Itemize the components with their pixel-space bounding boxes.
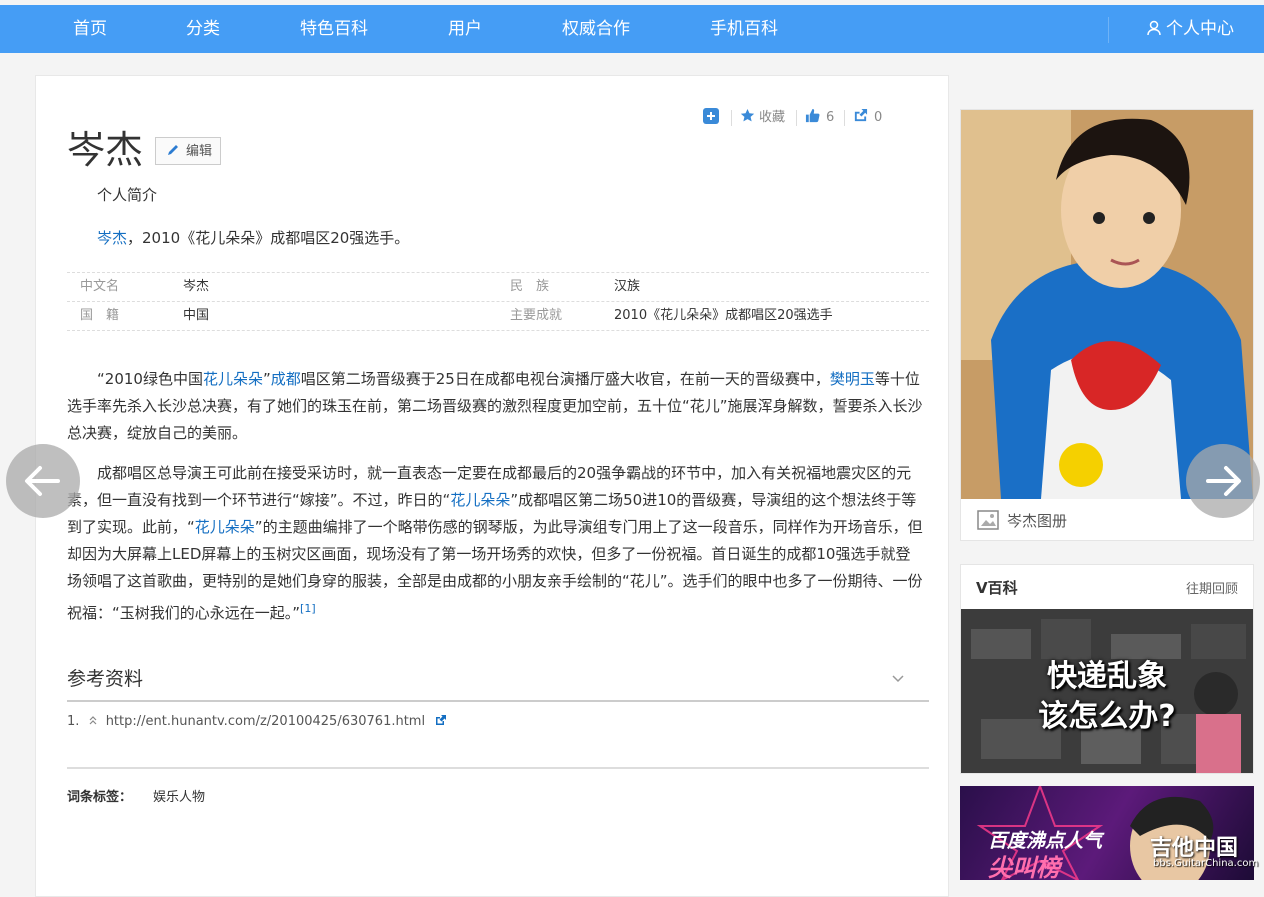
entry-subtitle: 个人简介: [97, 186, 158, 204]
nav-users[interactable]: 用户: [448, 5, 482, 53]
link-huaerduoduo[interactable]: 花儿朵朵: [195, 518, 255, 536]
chevron-down-icon[interactable]: [892, 672, 904, 687]
tools-divider: [796, 110, 797, 126]
nav-featured[interactable]: 特色百科: [300, 5, 368, 53]
v-baike-archive-link[interactable]: 往期回顾: [1186, 578, 1238, 597]
paragraph: 成都唱区总导演王可此前在接受采访时，就一直表态一定要在成都最后的20强争霸战的环…: [67, 460, 925, 627]
reference-item: 1. http://ent.hunantv.com/z/20100425/630…: [67, 714, 447, 729]
info-key: 民 族: [510, 279, 550, 294]
external-link-icon[interactable]: [435, 714, 447, 726]
tags-divider: [67, 767, 929, 769]
references-divider: [67, 700, 929, 702]
top-nav: 首页 分类 特色百科 用户 权威合作 手机百科 个人中心: [0, 5, 1264, 53]
share-button[interactable]: 0: [853, 108, 882, 128]
user-center-label: 个人中心: [1166, 19, 1234, 39]
tools-divider: [844, 110, 845, 126]
watermark-site: bbs.GuitarChina.com: [1153, 858, 1259, 869]
summary-link[interactable]: 岑杰: [97, 229, 127, 247]
info-value: 岑杰: [183, 279, 210, 294]
nav-partners[interactable]: 权威合作: [562, 5, 630, 53]
para-text: 唱区第二场晋级赛于25日在成都电视台演播厅盛大收官，在前一天的晋级赛中，: [300, 370, 830, 388]
image-icon: [977, 510, 999, 530]
share-icon: [854, 108, 868, 122]
pencil-icon: [168, 145, 178, 155]
summary-text: ，2010《花儿朵朵》成都唱区20强选手。: [127, 229, 410, 247]
profile-photo[interactable]: [961, 110, 1253, 499]
tools-divider: [731, 110, 732, 126]
link-huaerduoduo[interactable]: 花儿朵朵: [203, 370, 263, 388]
link-chengdu[interactable]: 成都: [271, 370, 301, 388]
references-title: 参考资料: [67, 668, 144, 690]
tag-item[interactable]: 娱乐人物: [153, 786, 205, 805]
caret-up-icon[interactable]: [88, 715, 98, 725]
paragraph: “2010绿色中国花儿朵朵”成都唱区第二场晋级赛于25日在成都电视台演播厅盛大收…: [67, 366, 925, 447]
entry-summary: 岑杰，2010《花儿朵朵》成都唱区20强选手。: [97, 227, 409, 248]
share-count: 0: [874, 110, 883, 125]
basic-info-table: 中文名 岑杰 民 族 汉族 国 籍 中国 主要成就 2010《花儿朵朵》成都唱区…: [67, 272, 929, 331]
add-icon[interactable]: [703, 108, 719, 131]
entry-title: 岑杰: [67, 128, 144, 172]
reference-num: 1.: [67, 714, 80, 729]
para-text: “2010绿色中国: [97, 370, 203, 388]
edit-button[interactable]: 编辑: [155, 137, 221, 165]
user-icon: [1147, 20, 1161, 36]
nav-user-center[interactable]: 个人中心: [1146, 5, 1234, 53]
info-value: 中国: [183, 308, 210, 323]
basic-info-row: 国 籍 中国 主要成就 2010《花儿朵朵》成都唱区20强选手: [67, 302, 929, 331]
para-text: ”: [262, 370, 271, 388]
like-count: 6: [826, 110, 835, 125]
v-baike-caption-2: 该怎么办?: [1038, 699, 1176, 734]
prev-arrow-button[interactable]: [6, 444, 80, 518]
v-baike-caption-1: 快递乱象: [1047, 659, 1167, 694]
link-huaerduoduo[interactable]: 花儿朵朵: [450, 491, 510, 509]
link-fanmingyu[interactable]: 樊明玉: [830, 370, 875, 388]
info-key: 主要成就: [510, 308, 563, 323]
nav-divider: [1108, 17, 1109, 43]
edit-label: 编辑: [186, 144, 213, 159]
reference-link[interactable]: http://ent.hunantv.com/z/20100425/630761…: [106, 714, 425, 729]
like-button[interactable]: 6: [805, 108, 834, 128]
nav-home[interactable]: 首页: [73, 5, 107, 53]
thumbs-up-icon: [805, 108, 820, 123]
nav-category[interactable]: 分类: [186, 5, 220, 53]
promo-line-2: 尖叫榜: [988, 854, 1060, 880]
album-link[interactable]: 岑杰图册: [977, 510, 1067, 531]
reference-marker[interactable]: [1]: [300, 602, 316, 615]
collect-label: 收藏: [759, 110, 786, 125]
arrow-left-icon: [25, 466, 60, 496]
info-key: 中文名: [80, 279, 120, 294]
album-label: 岑杰图册: [1007, 512, 1068, 530]
info-value: 2010《花儿朵朵》成都唱区20强选手: [614, 308, 833, 323]
info-value: 汉族: [614, 279, 641, 294]
next-arrow-button[interactable]: [1186, 444, 1260, 518]
info-key: 国 籍: [80, 308, 120, 323]
tags-label: 词条标签：: [67, 790, 133, 805]
nav-mobile[interactable]: 手机百科: [710, 5, 778, 53]
star-icon: [740, 108, 755, 122]
v-baike-card: V百科 往期回顾 快递乱象 该怎么办?: [960, 564, 1254, 774]
v-baike-image[interactable]: 快递乱象 该怎么办?: [961, 609, 1253, 773]
v-baike-title: V百科: [976, 579, 1018, 597]
photo-illustration: [961, 110, 1253, 499]
collect-button[interactable]: 收藏: [740, 108, 785, 128]
arrow-right-icon: [1206, 466, 1241, 496]
basic-info-row: 中文名 岑杰 民 族 汉族: [67, 272, 929, 302]
